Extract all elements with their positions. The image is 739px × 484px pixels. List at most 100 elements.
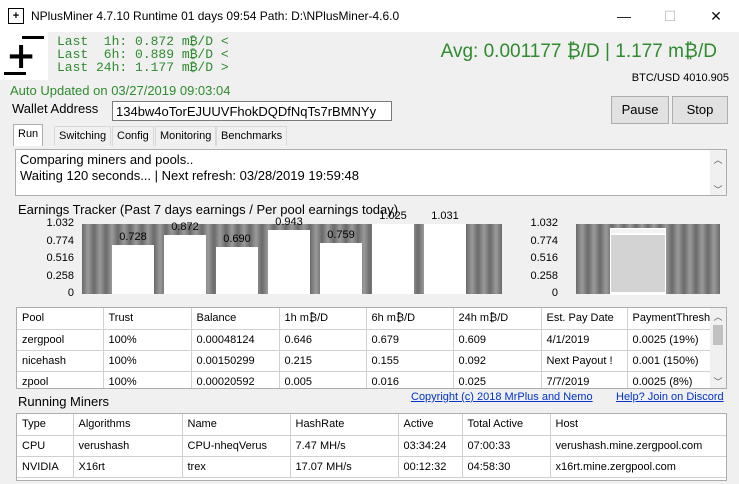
discord-help-link[interactable]: Help? Join on Discord	[616, 391, 724, 403]
copyright-link[interactable]: Copyright (c) 2018 MrPlus and Nemo	[411, 391, 593, 403]
last-24h-stat: Last 24h: 1.177 m₿/D >	[57, 60, 229, 75]
chart-bar	[424, 224, 466, 294]
table-cell: 07:00:33	[462, 435, 551, 457]
btc-usd-rate: BTC/USD 4010.905	[631, 72, 729, 84]
table-cell: 0.0025 (19%)	[627, 329, 713, 351]
table-cell: 0.092	[453, 350, 542, 372]
bar-data-label: 1.025	[379, 210, 407, 223]
y-tick-label: 0.516	[530, 252, 558, 264]
log-line: Waiting 120 seconds... | Next refresh: 0…	[20, 168, 359, 183]
tab-monitoring[interactable]: Monitoring	[155, 126, 217, 146]
table-cell: 0.005	[279, 371, 367, 388]
table-cell: 00:12:32	[398, 456, 463, 478]
app-logo: +	[0, 32, 48, 80]
y-tick-label: 0.516	[46, 252, 74, 264]
chart-bar	[320, 242, 362, 294]
table-cell: 0.001 (150%)	[627, 350, 713, 372]
stacked-bar-segment	[610, 292, 666, 295]
table-cell: 0.646	[279, 329, 367, 351]
chart-bar	[372, 224, 414, 294]
table-cell: 7/7/2019	[541, 371, 628, 388]
table-cell: 0.00048124	[191, 329, 280, 351]
log-line: Comparing miners and pools..	[20, 152, 194, 167]
column-header[interactable]: 1h m₿/D	[279, 308, 367, 330]
table-cell: 0.609	[453, 329, 542, 351]
table-cell: 100%	[103, 329, 192, 351]
close-button[interactable]: ✕	[693, 0, 739, 32]
wallet-address-input[interactable]	[112, 101, 392, 121]
miner-row[interactable]: NVIDIA X16rt trex 17.07 MH/s 00:12:32 04:58:3…	[17, 456, 726, 478]
column-header[interactable]: Active	[398, 414, 463, 436]
column-header[interactable]: PaymentThresho	[627, 308, 713, 330]
chart-bar	[216, 247, 258, 294]
table-cell: 100%	[103, 350, 192, 372]
pool-row[interactable]: zergpool 100% 0.00048124 0.646 0.679 0.609 4/1…	[17, 329, 713, 351]
tab-run[interactable]: Run	[13, 124, 44, 146]
chart-bar	[112, 244, 154, 294]
column-header[interactable]: Type	[17, 414, 74, 436]
table-cell: 0.025	[453, 371, 542, 388]
auto-updated-status: Auto Updated on 03/27/2019 09:03:04	[10, 83, 231, 98]
column-header[interactable]: 24h m₿/D	[453, 308, 542, 330]
scroll-up-icon[interactable]: ︿	[710, 310, 726, 323]
scroll-down-icon[interactable]: ﹀	[710, 375, 726, 388]
scroll-thumb[interactable]	[713, 325, 723, 345]
pool-table-scrollbar[interactable]: ︿ ﹀	[710, 308, 726, 388]
tab-benchmarks[interactable]: Benchmarks	[216, 126, 288, 146]
table-cell: 0.0025 (8%)	[627, 371, 713, 388]
pause-button[interactable]: Pause	[611, 96, 669, 124]
table-cell: Next Payout !	[541, 350, 628, 372]
bar-data-label: 1.031	[431, 210, 459, 223]
column-header[interactable]: 6h m₿/D	[366, 308, 454, 330]
bar-data-label: 0.943	[275, 216, 303, 229]
earnings-tracker-title: Earnings Tracker (Past 7 days earnings /…	[18, 202, 399, 217]
minimize-button[interactable]: —	[601, 0, 647, 32]
y-tick-label: 0.258	[46, 269, 74, 282]
maximize-button[interactable]: ☐	[647, 0, 693, 32]
table-cell: CPU-nheqVerus	[182, 435, 291, 457]
pool-row[interactable]: zpool 100% 0.00020592 0.005 0.016 0.025 7/7/20…	[17, 371, 713, 388]
column-header[interactable]: Trust	[103, 308, 192, 330]
window-title: NPlusMiner 4.7.10 Runtime 01 days 09:54 …	[31, 9, 400, 23]
column-header[interactable]: Host	[550, 414, 726, 436]
column-header[interactable]: Est. Pay Date	[541, 308, 628, 330]
miner-row[interactable]: CPU verushash CPU-nheqVerus 7.47 MH/s 03:34:…	[17, 435, 726, 457]
running-miners-title: Running Miners	[18, 394, 110, 409]
table-cell: 100%	[103, 371, 192, 388]
log-scrollbar[interactable]: ︿ ﹀	[710, 150, 726, 195]
table-cell: verushash.mine.zergpool.com	[550, 435, 726, 457]
y-tick-label: 0.774	[46, 234, 74, 247]
table-cell: 0.679	[366, 329, 454, 351]
column-header[interactable]: Pool	[17, 308, 104, 330]
table-cell: 4/1/2019	[541, 329, 628, 351]
y-tick-label: 1.032	[530, 217, 558, 229]
chart-bar	[268, 230, 310, 294]
table-cell: CPU	[17, 435, 74, 457]
scroll-down-icon[interactable]: ﹀	[710, 182, 726, 198]
pool-row[interactable]: nicehash 100% 0.00150299 0.215 0.155 0.092 Nex…	[17, 350, 713, 372]
table-cell: 0.00020592	[191, 371, 280, 388]
column-header[interactable]: HashRate	[290, 414, 399, 436]
table-cell: 17.07 MH/s	[290, 456, 399, 478]
app-icon: +	[8, 8, 24, 24]
table-cell: 0.155	[366, 350, 454, 372]
column-header[interactable]: Balance	[191, 308, 280, 330]
table-cell: verushash	[73, 435, 183, 457]
column-header[interactable]: Algorithms	[73, 414, 183, 436]
tab-switching[interactable]: Switching	[54, 126, 112, 146]
column-header[interactable]: Name	[182, 414, 291, 436]
stacked-bar-segment	[610, 227, 666, 234]
scroll-up-icon[interactable]: ︿	[710, 152, 726, 168]
wallet-label: Wallet Address	[12, 101, 99, 116]
bar-data-label: 0.690	[223, 233, 251, 246]
chart-bar	[164, 234, 206, 294]
column-header[interactable]: Total Active	[462, 414, 551, 436]
table-cell: 7.47 MH/s	[290, 435, 399, 457]
table-cell: zpool	[17, 371, 104, 388]
average-earnings: Avg: 0.001177 ₿/D | 1.177 m₿/D	[440, 41, 717, 62]
tab-config[interactable]: Config	[112, 126, 154, 146]
earnings-chart: 1.032 0.774 0.516 0.258 0 0.728 0.872 0.690 0.9…	[0, 210, 510, 302]
table-cell: trex	[182, 456, 291, 478]
table-cell: x16rt.mine.zergpool.com	[550, 456, 726, 478]
stop-button[interactable]: Stop	[672, 96, 728, 124]
